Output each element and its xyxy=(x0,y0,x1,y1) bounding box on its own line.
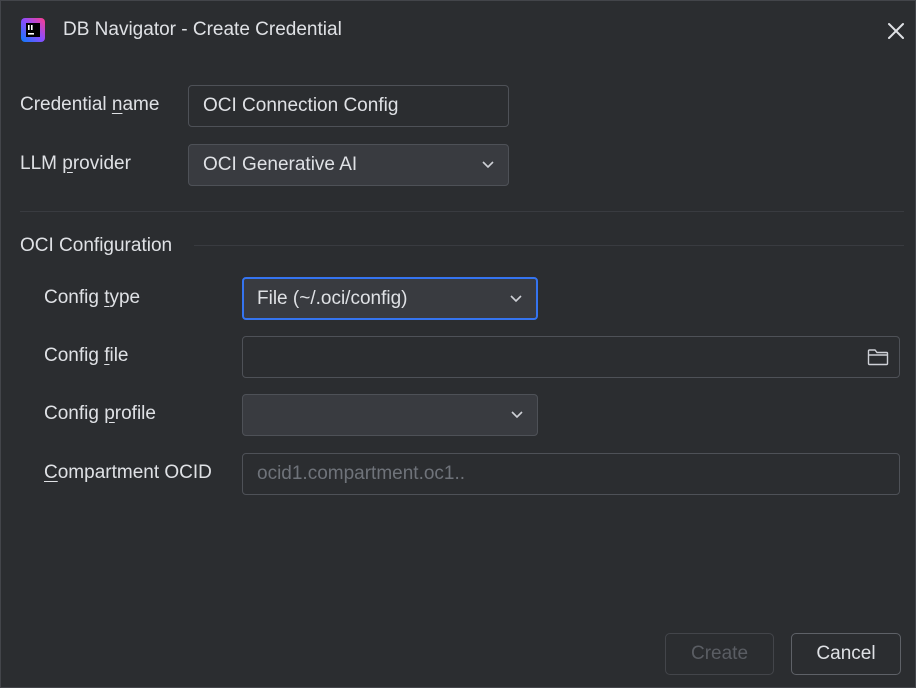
compartment-ocid-input[interactable]: ocid1.compartment.oc1.. xyxy=(242,453,900,495)
config-type-label: Config type xyxy=(44,287,141,308)
create-button[interactable]: Create xyxy=(665,633,774,675)
config-type-select[interactable]: File (~/.oci/config) xyxy=(242,277,538,320)
config-file-input[interactable] xyxy=(242,336,900,378)
llm-provider-label: LLM provider xyxy=(20,153,131,174)
folder-icon[interactable] xyxy=(867,348,889,366)
config-profile-select[interactable] xyxy=(242,394,538,436)
section-divider xyxy=(194,245,904,246)
compartment-ocid-label: Compartment OCID xyxy=(44,462,212,483)
jetbrains-app-icon xyxy=(21,18,45,42)
chevron-down-icon xyxy=(511,411,523,419)
chevron-down-icon xyxy=(510,294,522,302)
chevron-down-icon xyxy=(482,161,494,169)
config-profile-label: Config profile xyxy=(44,403,156,424)
create-credential-dialog: DB Navigator - Create Credential Credent… xyxy=(0,0,916,688)
close-icon[interactable] xyxy=(883,18,909,44)
llm-provider-select[interactable]: OCI Generative AI xyxy=(188,144,509,186)
oci-section-title: OCI Configuration xyxy=(20,235,173,256)
credential-name-label: Credential name xyxy=(20,94,160,115)
cancel-button[interactable]: Cancel xyxy=(791,633,901,675)
credential-name-input[interactable]: OCI Connection Config xyxy=(188,85,509,127)
title-bar: DB Navigator - Create Credential xyxy=(1,1,915,59)
dialog-title: DB Navigator - Create Credential xyxy=(63,19,342,40)
separator xyxy=(20,211,904,212)
config-file-label: Config file xyxy=(44,345,129,366)
